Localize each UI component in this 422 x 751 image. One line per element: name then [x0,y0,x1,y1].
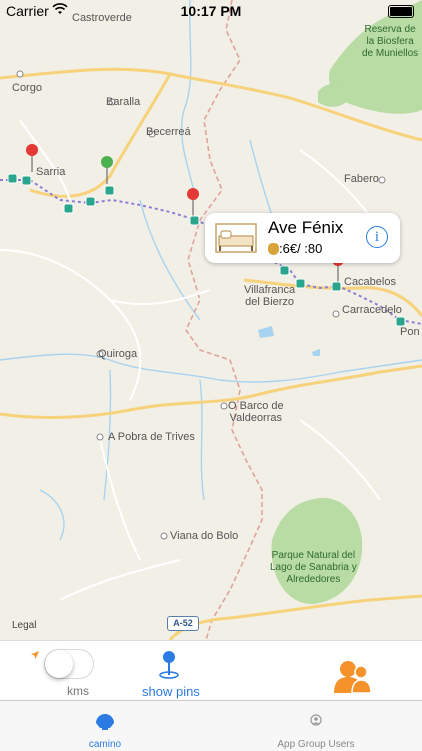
tab-camino-label: camino [88,739,122,750]
water [258,326,274,338]
map-label-sarria: Sarria [36,166,66,178]
show-pins-button[interactable]: show pins [142,684,200,699]
water [312,349,320,356]
map-label-viana: Viana do Bolo [170,530,239,542]
tab-app-group-users-label: App Group Users [277,739,355,750]
shell-icon [96,714,114,730]
albergue-callout[interactable]: Ave Fénix :6€/ :80 i [205,213,400,263]
pin-red[interactable] [187,188,199,216]
tab-app-group-users[interactable]: App Group Users [256,701,376,751]
map-label-cacabelos: Cacabelos [344,276,396,288]
location-arrow-icon [31,651,39,659]
map-label-barco: O Barco de Valdeorras [228,400,284,424]
map-label-parque: Parque Natural del Lago de Sanabria y Al… [270,550,357,585]
province-border [185,0,263,640]
tab-bar: camino App Group Users [0,700,422,751]
user-icon [310,714,322,726]
map-label-reserva: Reserva de la Biosfera de Muniellos [362,24,419,59]
map-pin-icon[interactable] [158,649,180,679]
kms-toggle[interactable] [44,649,94,679]
status-bar: Carrier 10:17 PM [0,0,422,22]
battery-icon [388,5,414,18]
group-users-icon[interactable] [334,659,372,693]
tab-camino[interactable]: camino [50,701,160,751]
money-bag-icon [268,243,279,255]
map-label-carracedelo: Carracedelo [342,304,402,316]
map-view[interactable]: Castroverde Reserva de la Biosfera de Mu… [0,0,422,640]
info-button[interactable]: i [366,226,388,248]
map-label-ponferrada: Pon [400,326,420,338]
bed-icon [215,223,257,253]
controls-bar: kms show pins [0,640,422,701]
legal-link[interactable]: Legal [12,620,36,631]
callout-details: :6€/ :80 [268,241,322,256]
map-label-villafranca: Villafranca del Bierzo [244,284,296,308]
map-label-corgo: Corgo [12,82,42,94]
status-time: 10:17 PM [180,3,242,19]
road-shield-a52: A-52 [167,616,199,631]
map-label-fabero: Fabero [344,173,379,185]
toggle-knob [45,650,73,678]
pin-green[interactable] [101,156,113,184]
callout-title: Ave Fénix [268,218,344,237]
callout-price-beds: :6€/ :80 [279,241,323,256]
map-label-pobra: A Pobra de Trives [108,431,195,443]
map-label-baralla: Baralla [106,96,141,108]
map-base [0,0,422,640]
kms-label: kms [67,684,89,698]
map-label-quiroga: Quiroga [98,348,138,360]
map-label-becerrea: Becerreá [146,126,191,138]
